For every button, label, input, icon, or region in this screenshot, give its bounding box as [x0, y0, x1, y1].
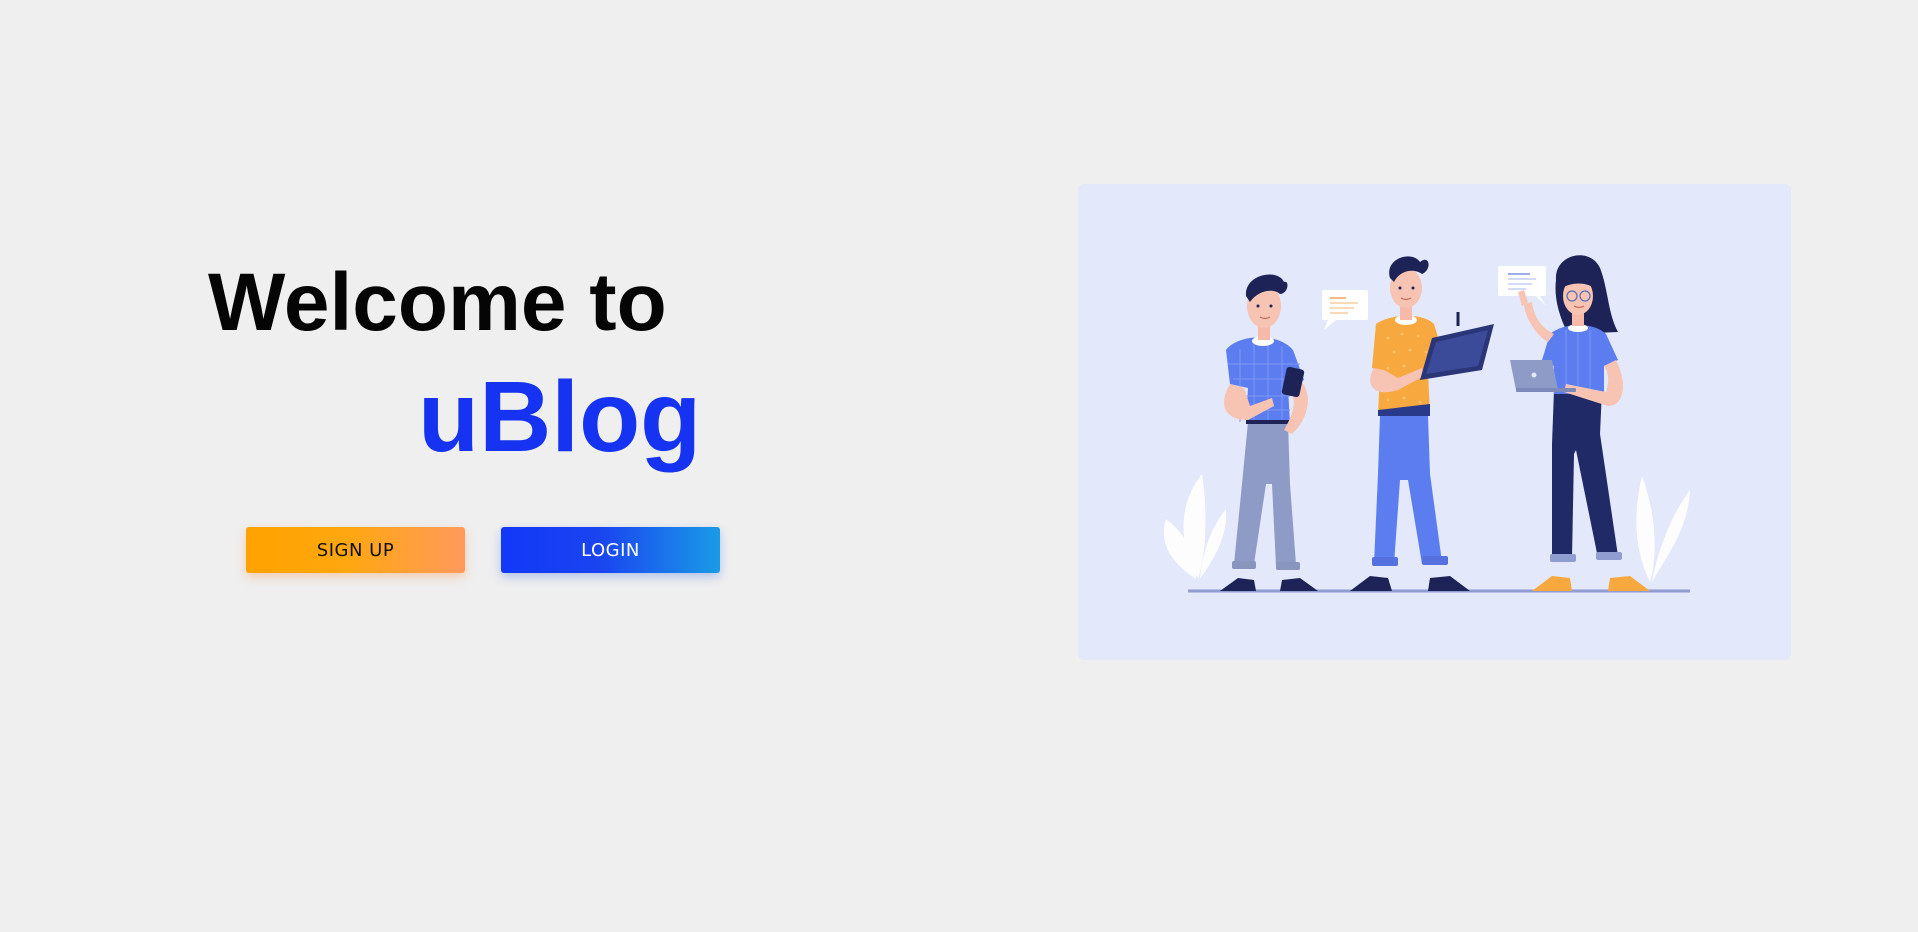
- brand-title: uBlog: [418, 361, 702, 473]
- plant-right: [1636, 476, 1690, 582]
- signup-button[interactable]: SIGN UP: [246, 527, 465, 573]
- welcome-heading: Welcome to: [208, 257, 667, 348]
- person-middle: [1350, 256, 1494, 591]
- person-right: [1510, 255, 1650, 591]
- login-button[interactable]: LOGIN: [501, 527, 720, 573]
- speech-bubble-left: [1322, 290, 1368, 330]
- plant-left: [1163, 474, 1227, 579]
- illustration-card: [1078, 184, 1791, 660]
- person-left: [1220, 274, 1318, 591]
- team-illustration-icon: [1163, 255, 1690, 593]
